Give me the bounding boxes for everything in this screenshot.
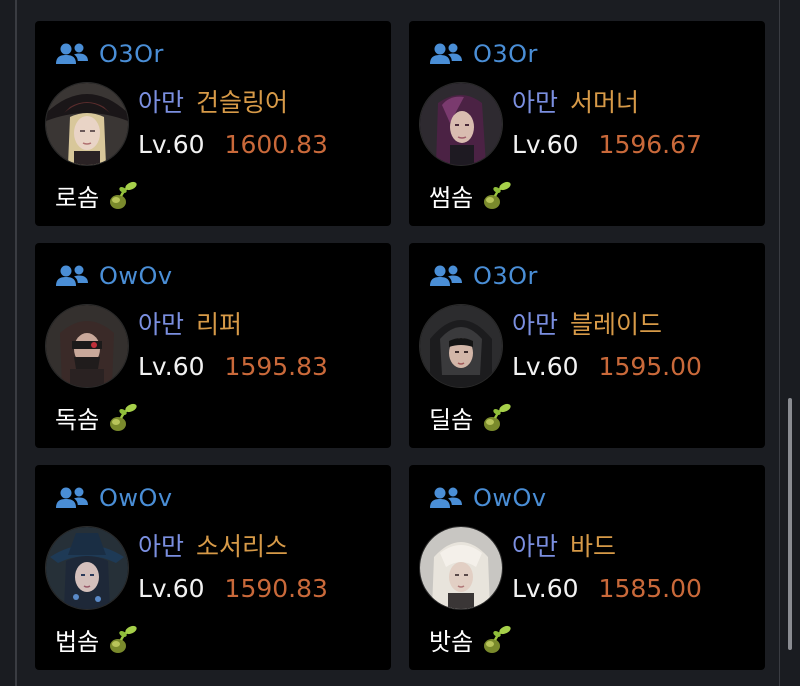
server-name: 아만 xyxy=(138,532,185,561)
character-card[interactable]: O3Or 아만 건슬링어 Lv.60 1600.83 로솜 xyxy=(35,21,391,226)
tag-row: 딜솜 xyxy=(429,400,513,434)
sprout-icon xyxy=(484,181,511,209)
guild-row: OwOv xyxy=(55,262,173,290)
guild-row: O3Or xyxy=(429,40,538,68)
tag-row: 로솜 xyxy=(55,178,139,212)
server-class-line: 아만 서머너 xyxy=(512,83,639,119)
guild-row: O3Or xyxy=(55,40,164,68)
item-score: 1590.83 xyxy=(224,574,328,603)
class-name: 리퍼 xyxy=(196,310,243,339)
people-group-icon xyxy=(430,43,462,64)
guild-name[interactable]: OwOv xyxy=(99,484,173,512)
level-score-line: Lv.60 1595.00 xyxy=(512,352,702,381)
character-avatar xyxy=(419,82,503,166)
level-score-line: Lv.60 1590.83 xyxy=(138,574,328,603)
character-tag: 밧솜 xyxy=(429,627,474,656)
character-level: Lv.60 xyxy=(512,352,579,381)
character-level: Lv.60 xyxy=(512,574,579,603)
server-class-line: 아만 블레이드 xyxy=(512,305,662,341)
server-class-line: 아만 바드 xyxy=(512,527,616,563)
level-score-line: Lv.60 1585.00 xyxy=(512,574,702,603)
character-tag: 딜솜 xyxy=(429,405,474,434)
level-score-line: Lv.60 1596.67 xyxy=(512,130,702,159)
character-avatar xyxy=(45,304,129,388)
item-score: 1595.00 xyxy=(598,352,702,381)
tag-row: 썸솜 xyxy=(429,178,513,212)
character-card[interactable]: O3Or 아만 블레이드 Lv.60 1595.00 딜솜 xyxy=(409,243,765,448)
class-name: 바드 xyxy=(570,532,617,561)
guild-row: OwOv xyxy=(429,484,547,512)
item-score: 1595.83 xyxy=(224,352,328,381)
sprout-icon xyxy=(484,403,511,431)
sprout-icon xyxy=(110,181,137,209)
item-score: 1600.83 xyxy=(224,130,328,159)
character-grid: O3Or 아만 건슬링어 Lv.60 1600.83 로솜 O3Or 아만 서머… xyxy=(0,0,800,686)
character-avatar xyxy=(45,82,129,166)
server-class-line: 아만 건슬링어 xyxy=(138,83,288,119)
character-tag: 법솜 xyxy=(55,627,100,656)
character-card[interactable]: O3Or 아만 서머너 Lv.60 1596.67 썸솜 xyxy=(409,21,765,226)
people-group-icon xyxy=(430,265,462,286)
server-class-line: 아만 리퍼 xyxy=(138,305,242,341)
item-score: 1596.67 xyxy=(598,130,702,159)
class-name: 건슬링어 xyxy=(196,88,289,117)
character-card[interactable]: OwOv 아만 리퍼 Lv.60 1595.83 독솜 xyxy=(35,243,391,448)
server-name: 아만 xyxy=(512,88,559,117)
character-card[interactable]: OwOv 아만 소서리스 Lv.60 1590.83 법솜 xyxy=(35,465,391,670)
character-tag: 독솜 xyxy=(55,405,100,434)
guild-row: O3Or xyxy=(429,262,538,290)
sprout-icon xyxy=(110,625,137,653)
server-name: 아만 xyxy=(512,532,559,561)
class-name: 블레이드 xyxy=(570,310,663,339)
people-group-icon xyxy=(430,487,462,508)
character-tag: 로솜 xyxy=(55,183,100,212)
item-score: 1585.00 xyxy=(598,574,702,603)
guild-name[interactable]: O3Or xyxy=(473,40,538,68)
server-class-line: 아만 소서리스 xyxy=(138,527,288,563)
people-group-icon xyxy=(56,265,88,286)
guild-name[interactable]: O3Or xyxy=(99,40,164,68)
people-group-icon xyxy=(56,487,88,508)
character-avatar xyxy=(419,526,503,610)
level-score-line: Lv.60 1595.83 xyxy=(138,352,328,381)
character-level: Lv.60 xyxy=(512,130,579,159)
character-level: Lv.60 xyxy=(138,130,205,159)
tag-row: 법솜 xyxy=(55,622,139,656)
guild-name[interactable]: O3Or xyxy=(473,262,538,290)
character-level: Lv.60 xyxy=(138,352,205,381)
server-name: 아만 xyxy=(138,88,185,117)
guild-name[interactable]: OwOv xyxy=(473,484,547,512)
level-score-line: Lv.60 1600.83 xyxy=(138,130,328,159)
sprout-icon xyxy=(484,625,511,653)
character-card[interactable]: OwOv 아만 바드 Lv.60 1585.00 밧솜 xyxy=(409,465,765,670)
tag-row: 밧솜 xyxy=(429,622,513,656)
server-name: 아만 xyxy=(512,310,559,339)
server-name: 아만 xyxy=(138,310,185,339)
sprout-icon xyxy=(110,403,137,431)
guild-name[interactable]: OwOv xyxy=(99,262,173,290)
class-name: 서머너 xyxy=(570,88,640,117)
class-name: 소서리스 xyxy=(196,532,289,561)
people-group-icon xyxy=(56,43,88,64)
character-avatar xyxy=(419,304,503,388)
character-avatar xyxy=(45,526,129,610)
character-tag: 썸솜 xyxy=(429,183,474,212)
guild-row: OwOv xyxy=(55,484,173,512)
character-level: Lv.60 xyxy=(138,574,205,603)
tag-row: 독솜 xyxy=(55,400,139,434)
